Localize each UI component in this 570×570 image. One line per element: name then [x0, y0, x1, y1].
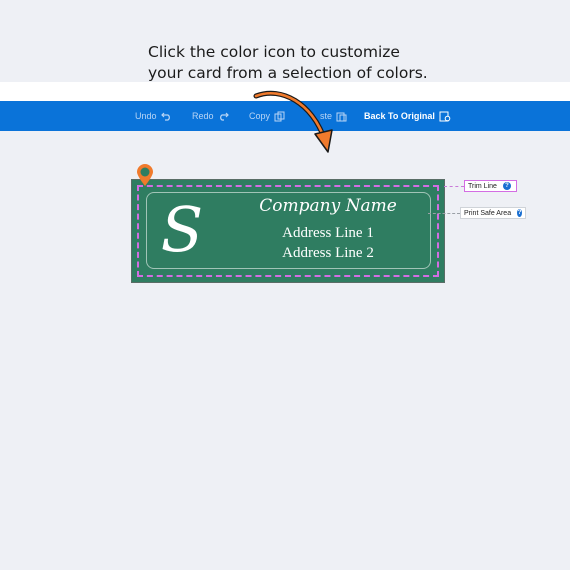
safe-area-help-icon[interactable]: ? — [517, 209, 522, 217]
back-to-original-label: Back To Original — [364, 111, 435, 121]
color-picker-icon[interactable] — [136, 163, 154, 187]
undo-icon — [160, 111, 172, 121]
print-safe-area-tag: Print Safe Area ? — [460, 207, 526, 219]
safe-area-connector — [428, 213, 460, 214]
undo-label: Undo — [135, 111, 157, 121]
trim-help-icon[interactable]: ? — [502, 182, 511, 190]
undo-button[interactable]: Undo — [135, 101, 172, 131]
print-safe-area-label: Print Safe Area — [464, 209, 512, 217]
company-name-text[interactable]: Company Name — [228, 196, 428, 216]
address-line-2-text[interactable]: Address Line 2 — [228, 245, 428, 262]
address-line-1-text[interactable]: Address Line 1 — [228, 225, 428, 242]
redo-button[interactable]: Redo — [192, 101, 229, 131]
trim-line-label: Trim Line — [468, 182, 497, 190]
redo-icon — [218, 111, 229, 121]
trim-line-tag: Trim Line ? — [464, 180, 517, 192]
instruction-line-2: your card from a selection of colors. — [148, 64, 428, 82]
instruction-text: Click the color icon to customize your c… — [148, 42, 468, 84]
back-to-original-button[interactable]: Back To Original — [364, 101, 451, 131]
restore-icon — [439, 111, 451, 122]
redo-label: Redo — [192, 111, 214, 121]
trim-line-connector — [444, 186, 464, 187]
monogram-letter[interactable]: S — [152, 190, 212, 270]
pointer-arrow-icon — [253, 90, 333, 153]
business-card-preview[interactable]: S Company Name Address Line 1 Address Li… — [132, 180, 444, 282]
instruction-line-1: Click the color icon to customize — [148, 43, 400, 61]
